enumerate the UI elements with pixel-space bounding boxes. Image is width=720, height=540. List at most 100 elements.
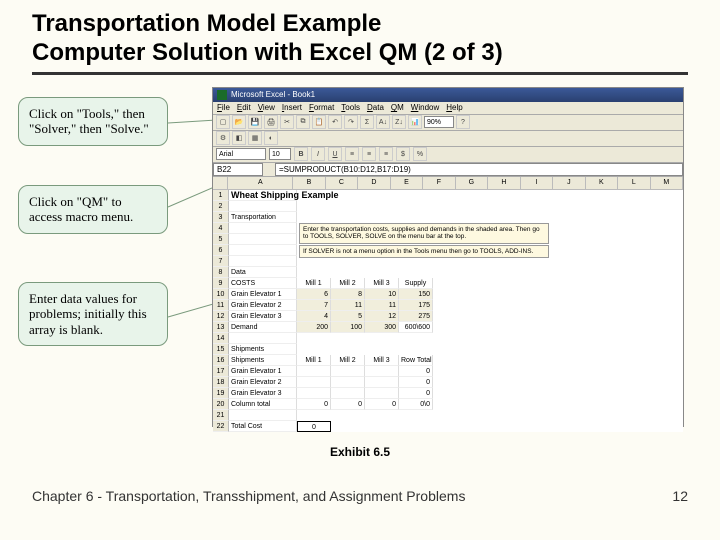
new-icon[interactable]: ▢ [216,115,230,129]
table-icon[interactable]: ▦ [248,131,262,145]
align-right-icon[interactable]: ≡ [379,147,393,161]
cut-icon[interactable]: ✂ [280,115,294,129]
row-header[interactable]: 9 [213,278,229,289]
col-J[interactable]: J [553,177,585,189]
sort-desc-icon[interactable]: Z↓ [392,115,406,129]
font-size-box[interactable]: 10 [269,148,291,160]
row-header[interactable]: 1 [213,190,229,201]
col-C[interactable]: C [326,177,358,189]
row-header[interactable]: 21 [213,410,229,421]
callout-enter-data: Enter data values for problems; initiall… [18,282,168,347]
underline-icon[interactable]: U [328,147,342,161]
font-name-box[interactable]: Arial [216,148,266,160]
col-G[interactable]: G [456,177,488,189]
row-header[interactable]: 20 [213,399,229,410]
callout-qm-menu: Click on "QM" to access macro menu. [18,185,168,234]
col-D[interactable]: D [358,177,390,189]
excel-titlebar: Microsoft Excel - Book1 [213,88,683,102]
row-header[interactable]: 8 [213,267,229,278]
col-K[interactable]: K [586,177,618,189]
row-header[interactable]: 18 [213,377,229,388]
col-I[interactable]: I [521,177,553,189]
autosum-icon[interactable]: Σ [360,115,374,129]
copy-icon[interactable]: ⧉ [296,115,310,129]
col-B[interactable]: B [293,177,325,189]
selected-cell-b22[interactable]: 0 [297,421,331,432]
open-icon[interactable]: 📂 [232,115,246,129]
preferences-icon[interactable]: ⚙ [216,131,230,145]
menu-format[interactable]: Format [309,103,334,112]
row-header[interactable]: 16 [213,355,229,366]
redo-icon[interactable]: ↷ [344,115,358,129]
chart-icon[interactable]: 📊 [408,115,422,129]
menu-insert[interactable]: Insert [282,103,302,112]
menu-data[interactable]: Data [367,103,384,112]
row-header[interactable]: 14 [213,333,229,344]
align-center-icon[interactable]: ≡ [362,147,376,161]
standard-toolbar: ▢ 📂 💾 🖨 ✂ ⧉ 📋 ↶ ↷ Σ A↓ Z↓ 📊 90% ? [213,115,683,131]
percent-icon[interactable]: % [413,147,427,161]
menu-bar: File Edit View Insert Format Tools Data … [213,102,683,115]
align-left-icon[interactable]: ≡ [345,147,359,161]
row-header[interactable]: 3 [213,212,229,223]
italic-icon[interactable]: I [311,147,325,161]
row-header[interactable]: 5 [213,234,229,245]
callout-text: Click on "QM" to access macro menu. [29,194,133,225]
col-A[interactable]: A [228,177,293,189]
footer-page-number: 12 [672,488,688,504]
corner-cell[interactable] [213,177,228,189]
instruction-box-2: If SOLVER is not a menu option in the To… [299,245,549,258]
col-E[interactable]: E [391,177,423,189]
sheet-title: Wheat Shipping Example [231,190,339,201]
menu-qm[interactable]: QM [391,103,404,112]
save-icon[interactable]: 💾 [248,115,262,129]
col-F[interactable]: F [423,177,455,189]
col-H[interactable]: H [488,177,520,189]
row-header[interactable]: 11 [213,300,229,311]
menu-window[interactable]: Window [411,103,439,112]
menu-edit[interactable]: Edit [237,103,251,112]
excel-title-text: Microsoft Excel - Book1 [231,90,315,99]
currency-icon[interactable]: $ [396,147,410,161]
row-header[interactable]: 12 [213,311,229,322]
row-header[interactable]: 4 [213,223,229,234]
col-M[interactable]: M [651,177,683,189]
spreadsheet-grid[interactable]: A B C D E F G H I J K L M 1Wheat Shippin… [213,177,683,432]
menu-view[interactable]: View [258,103,275,112]
row-header[interactable]: 13 [213,322,229,333]
footer-chapter: Chapter 6 - Transportation, Transshipmen… [32,488,465,504]
zoom-box[interactable]: 90% [424,116,454,128]
paste-icon[interactable]: 📋 [312,115,326,129]
excel-window: Microsoft Excel - Book1 File Edit View I… [212,87,684,427]
column-headers: A B C D E F G H I J K L M [213,177,683,190]
menu-help[interactable]: Help [446,103,462,112]
slide-footer: Chapter 6 - Transportation, Transshipmen… [32,488,688,504]
callout-tools-solver: Click on "Tools," then "Solver," then "S… [18,97,168,146]
row-header[interactable]: 17 [213,366,229,377]
menu-tools[interactable]: Tools [341,103,360,112]
undo-icon[interactable]: ↶ [328,115,342,129]
callout-text: Enter data values for problems; initiall… [29,291,147,337]
title-rule [32,72,688,75]
cell[interactable]: Transportation [229,212,297,223]
instruction-box-1: Enter the transportation costs, supplies… [299,223,549,244]
help-icon[interactable]: ? [456,115,470,129]
bold-icon[interactable]: B [294,147,308,161]
row-header[interactable]: 15 [213,344,229,355]
print-icon[interactable]: 🖨 [264,115,278,129]
formula-row: B22 =SUMPRODUCT(B10:D12,B17:D19) [213,163,683,177]
col-L[interactable]: L [618,177,650,189]
name-box[interactable]: B22 [213,163,263,176]
row-header[interactable]: 19 [213,388,229,399]
row-header[interactable]: 6 [213,245,229,256]
row-header[interactable]: 10 [213,289,229,300]
title-block: Transportation Model Example Computer So… [32,10,688,75]
unknown-icon[interactable]: ◐ [264,131,278,145]
sort-asc-icon[interactable]: A↓ [376,115,390,129]
formula-bar[interactable]: =SUMPRODUCT(B10:D12,B17:D19) [275,163,683,176]
row-header[interactable]: 7 [213,256,229,267]
chart-wizard-icon[interactable]: ◧ [232,131,246,145]
menu-file[interactable]: File [217,103,230,112]
row-header[interactable]: 22 [213,421,229,432]
row-header[interactable]: 2 [213,201,229,212]
